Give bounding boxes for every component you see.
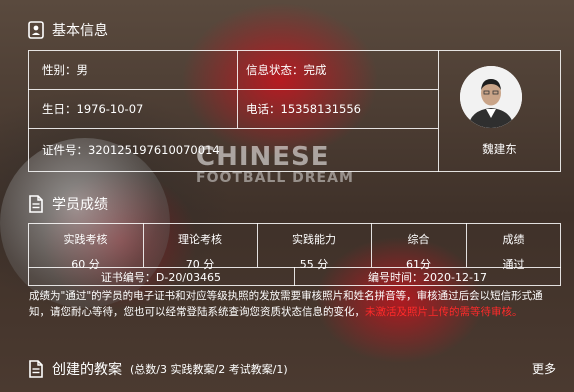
score-label: 综合	[407, 233, 430, 246]
score-label: 实践能力	[292, 233, 336, 246]
student-name: 魏建东	[482, 142, 517, 156]
score-label: 实践考核	[63, 233, 108, 246]
phone-field: 电话：15358131556	[246, 101, 361, 116]
document-icon	[29, 195, 43, 213]
certificate-time: 编号时间：2020-12-17	[368, 270, 487, 284]
birthday-field: 生日：1976-10-07	[42, 101, 144, 116]
score-practice-exam: 实践考核 60 分	[28, 231, 143, 272]
lesson-plans-summary: (总数/3 实践教案/2 考试教案/1)	[130, 363, 288, 376]
lesson-plans-title: 创建的教案	[52, 362, 122, 378]
scores-header: 学员成绩	[28, 194, 108, 214]
info-status-field: 信息状态：完成	[246, 62, 327, 77]
score-label: 成绩	[502, 233, 525, 246]
certificate-number: 证书编号：D-20/03465	[100, 270, 222, 284]
more-link[interactable]: 更多	[532, 360, 556, 377]
basic-info-header: 基本信息	[28, 20, 108, 40]
scores-title: 学员成绩	[52, 197, 108, 213]
basic-info-col-divider	[237, 50, 238, 128]
basic-info-title: 基本信息	[52, 23, 108, 39]
avatar	[460, 66, 522, 128]
score-theory-exam: 理论考核 70 分	[143, 231, 257, 272]
notice-text: 成绩为"通过"的学员的电子证书和对应等级执照的发放需要审核照片和姓名拼音等，审核…	[29, 288, 561, 320]
score-label: 理论考核	[178, 233, 222, 246]
id-card-icon	[28, 21, 44, 39]
background-slogan-sub: FOOTBALL DREAM	[196, 170, 354, 186]
lesson-plans-header: 创建的教案 (总数/3 实践教案/2 考试教案/1)	[28, 359, 288, 379]
person-photo-icon	[460, 66, 522, 128]
id-number-field: 证件号：320125197610070014	[42, 143, 220, 157]
notice-warning: 未激活及照片上传的需等待审核。	[365, 306, 523, 318]
gender-field: 性别：男	[42, 62, 88, 77]
score-overall: 综合 61分	[371, 231, 466, 272]
score-result: 成绩 通过	[466, 231, 561, 272]
document-icon	[29, 360, 43, 378]
score-practice-ability: 实践能力 55 分	[257, 231, 371, 272]
